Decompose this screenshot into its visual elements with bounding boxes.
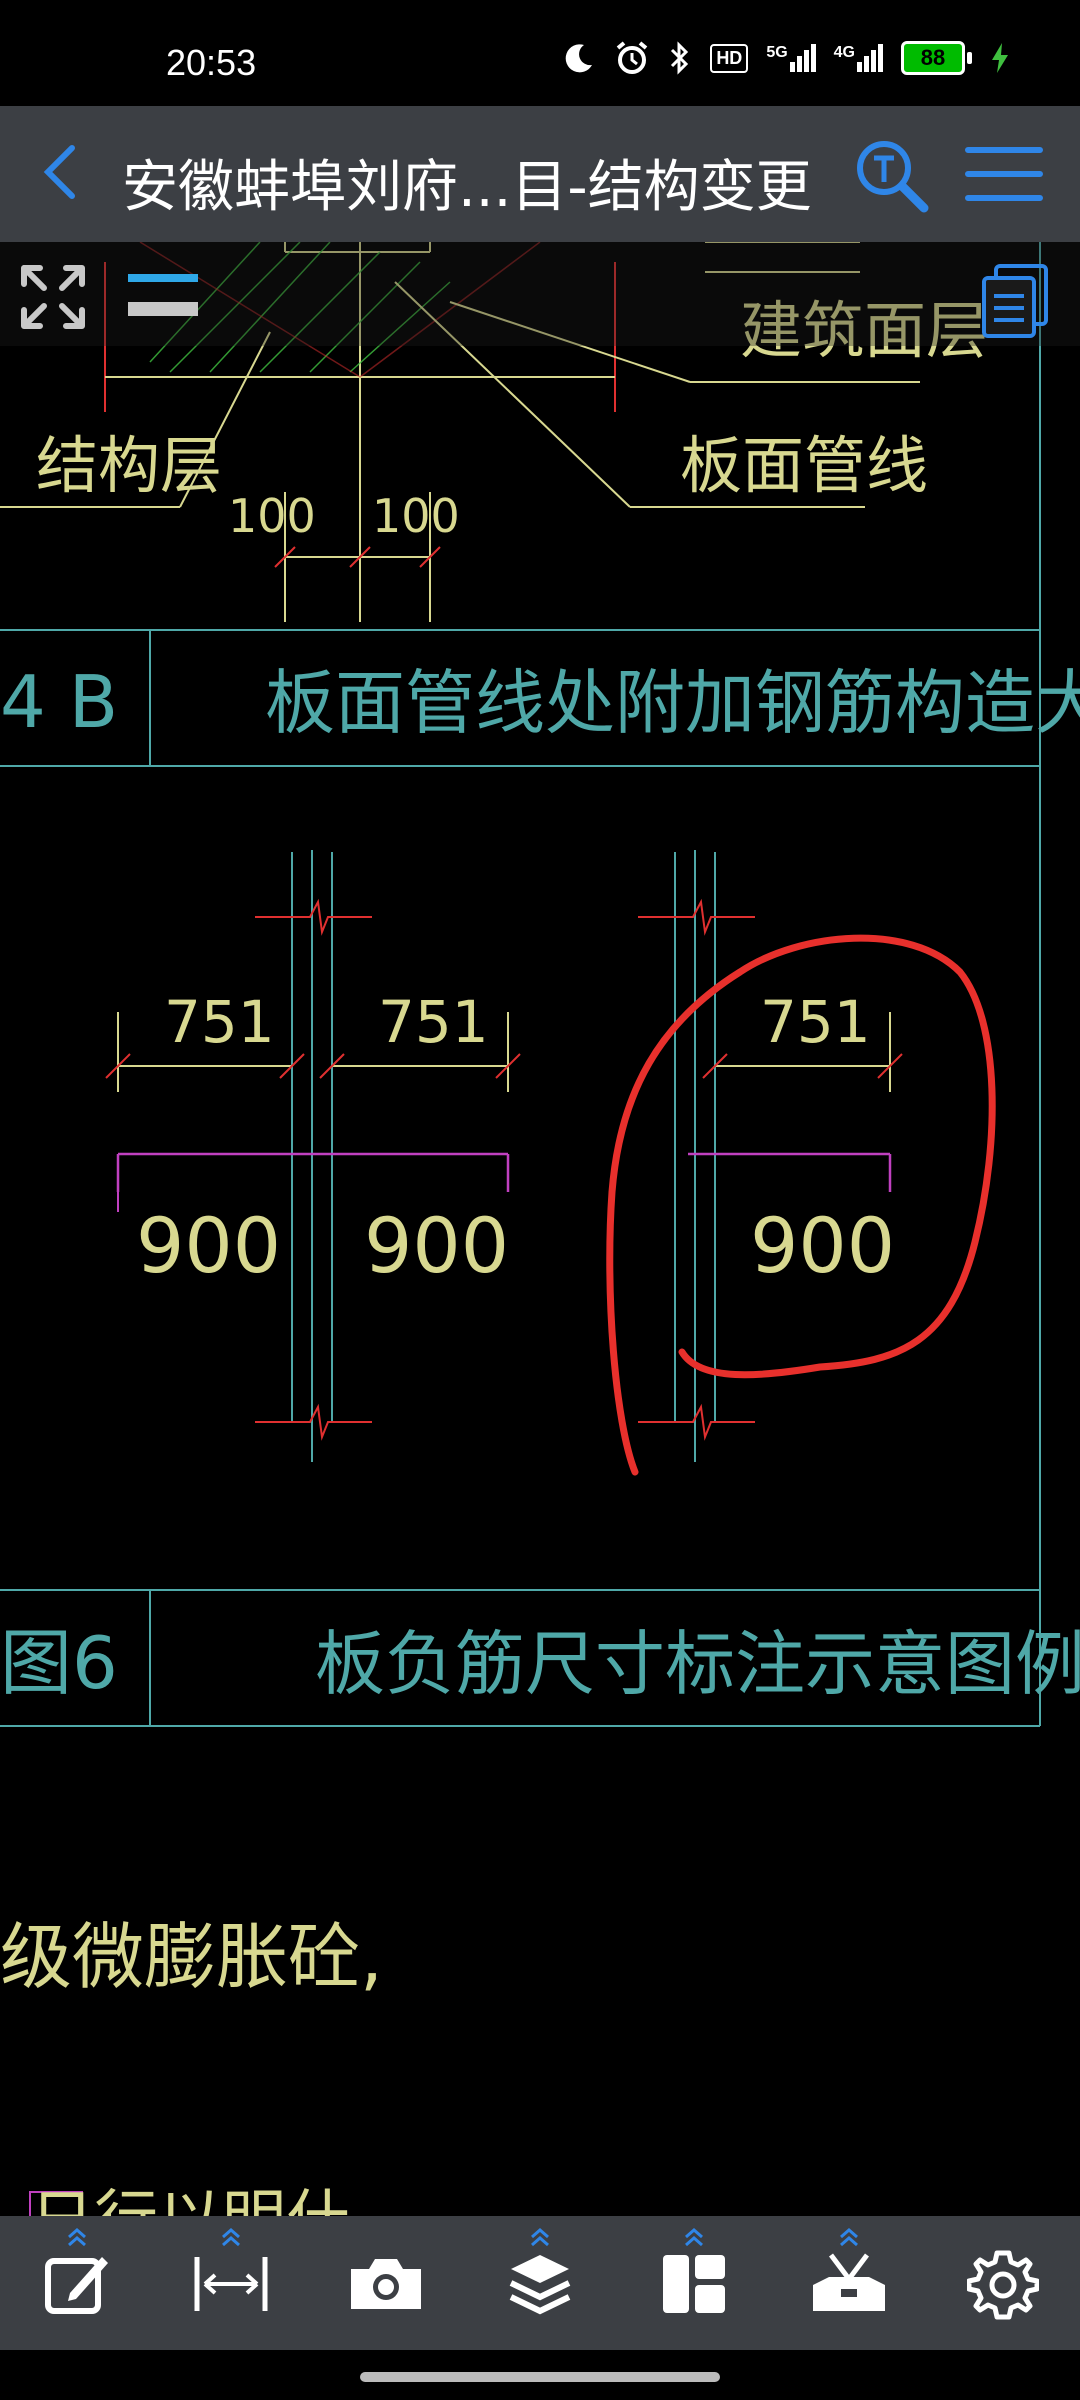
detail-no-1: 4 B <box>0 660 118 744</box>
camera-tool[interactable] <box>336 2223 436 2343</box>
gear-icon <box>966 2250 1039 2320</box>
status-icons: HD 5G 4G 88 <box>562 40 1010 76</box>
note-text-2: 日行以明什 <box>30 2184 350 2216</box>
battery-icon: 88 <box>901 41 972 75</box>
dim-751-a: 751 <box>164 988 275 1056</box>
chevron-up-icon <box>839 2228 858 2247</box>
rebar-detail: 751 751 900 900 <box>105 850 521 1462</box>
page-title: 安徽蚌埠刘府...目-结构变更 <box>122 155 812 220</box>
toolbox-icon <box>812 2253 885 2311</box>
charging-icon <box>992 43 1008 73</box>
note-text: 级微膨胀砼, <box>0 1915 383 1999</box>
edit-icon <box>45 2257 109 2314</box>
chevron-up-icon <box>222 2228 241 2247</box>
settings-tool[interactable] <box>953 2223 1053 2343</box>
moon-icon <box>566 44 593 73</box>
status-time: 20:53 <box>166 42 257 83</box>
net1-label: 5G <box>766 44 788 61</box>
app-bar: 安徽蚌埠刘府...目-结构变更 <box>0 106 1080 242</box>
camera-icon <box>350 2259 421 2309</box>
dim-900-c: 900 <box>750 1201 895 1290</box>
hd-badge-text: HD <box>716 47 743 68</box>
alarm-icon <box>617 41 648 74</box>
cad-canvas[interactable]: 建筑面层 结构层 板面管线 100 100 4 B 板面管线处附加钢筋构造大样 <box>0 241 1080 2258</box>
expand-icon[interactable] <box>18 262 88 332</box>
hd-voice-icon: HD <box>710 43 749 73</box>
measure-icon <box>194 2257 268 2311</box>
net2-label: 4G <box>833 44 855 61</box>
signal-5g-icon: 5G <box>766 44 816 72</box>
battery-level: 88 <box>901 41 965 75</box>
signal-4g-icon: 4G <box>834 44 883 72</box>
dim-751-c: 751 <box>760 988 871 1056</box>
chevron-up-icon <box>530 2228 549 2247</box>
dim-751-b: 751 <box>378 988 489 1056</box>
minimize-icon[interactable] <box>126 266 200 326</box>
bottom-toolbar <box>0 2216 1080 2350</box>
pages-icon[interactable] <box>980 262 1050 340</box>
layout-tool[interactable] <box>644 2223 744 2343</box>
status-bar: 20:53 HD 5G 4G 88 <box>0 0 1080 106</box>
layers-icon <box>509 2255 571 2315</box>
dim-100-right: 100 <box>372 489 460 543</box>
chevron-left-icon[interactable] <box>34 142 94 202</box>
cad-toolbar <box>0 242 1080 346</box>
dim-900-a: 900 <box>136 1201 281 1290</box>
home-indicator[interactable] <box>360 2372 720 2382</box>
detail-title-2: 板负筋尺寸标注示意图例 <box>315 1623 1080 1705</box>
text-search-icon[interactable] <box>852 136 932 216</box>
chevron-up-icon <box>68 2228 87 2247</box>
title-block-2: 图6 板负筋尺寸标注示意图例 <box>0 1589 1080 1727</box>
label-pipe: 板面管线 <box>680 429 928 502</box>
label-struct-layer: 结构层 <box>36 429 222 502</box>
detail-title-1: 板面管线处附加钢筋构造大样 <box>265 662 1080 744</box>
dim-900-b: 900 <box>364 1201 509 1290</box>
layers-tool[interactable] <box>490 2223 590 2343</box>
chevron-up-icon <box>685 2228 704 2247</box>
cad-drawing[interactable]: 建筑面层 结构层 板面管线 100 100 4 B 板面管线处附加钢筋构造大样 <box>0 241 1080 2258</box>
bluetooth-icon <box>671 41 689 75</box>
edit-tool[interactable] <box>27 2223 127 2343</box>
toolbox-tool[interactable] <box>799 2223 899 2343</box>
detail-no-2: 图6 <box>0 1621 118 1705</box>
layout-icon <box>663 2255 726 2313</box>
dim-100-left: 100 <box>228 489 316 543</box>
measure-tool[interactable] <box>181 2223 281 2343</box>
hamburger-menu-icon[interactable] <box>964 142 1044 206</box>
